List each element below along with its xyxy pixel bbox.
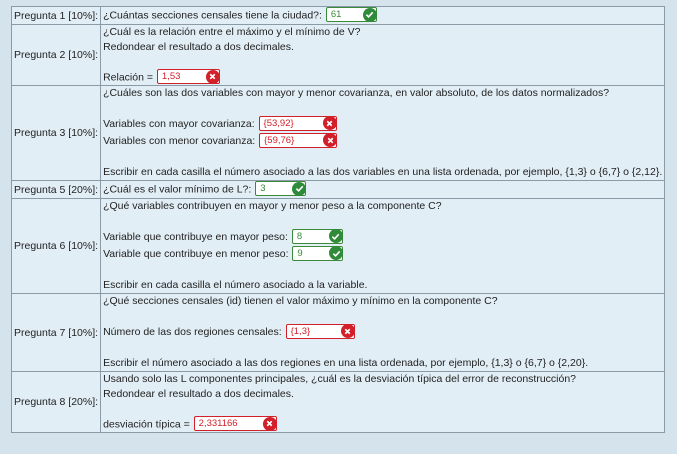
question-instruction: Redondear el resultado a dos decimales. — [103, 388, 294, 400]
answer-field-correct[interactable]: 3 — [255, 181, 307, 196]
field-label: Variables con mayor covarianza: — [103, 118, 255, 130]
answer-value: 1,53 — [161, 71, 181, 82]
answer-field-incorrect[interactable]: {1,3} — [285, 323, 355, 339]
quiz-results-panel: Pregunta 1 [10%]: ¿Cuántas secciones cen… — [0, 0, 677, 454]
answer-value: 8 — [296, 230, 303, 242]
x-circle-icon — [340, 324, 355, 339]
answer-field-correct[interactable]: 9 — [292, 245, 344, 261]
answer-value: 61 — [330, 9, 342, 20]
question-label: Pregunta 2 [10%]: — [10, 24, 102, 86]
question-row-7: Pregunta 7 [10%]: ¿Qué secciones censale… — [10, 293, 666, 372]
answer-value: {59,76} — [264, 134, 295, 146]
field-label: Número de las dos regiones censales: — [103, 326, 282, 338]
x-circle-icon — [322, 116, 337, 131]
answer-value: 3 — [260, 183, 266, 194]
question-text: ¿Cuáles son las dos variables con mayor … — [103, 87, 610, 99]
question-text: ¿Cuántas secciones censales tiene la ciu… — [103, 9, 322, 22]
question-text: ¿Cuál es el valor mínimo de L?: — [103, 183, 252, 196]
answer-value: {53,92} — [263, 117, 294, 129]
answer-field-correct[interactable]: 61 — [325, 7, 377, 22]
question-label: Pregunta 6 [10%]: — [10, 198, 102, 294]
answer-value: 9 — [297, 247, 303, 259]
question-text: ¿Qué secciones censales (id) tienen el v… — [103, 295, 498, 307]
question-note: Escribir en cada casilla el número asoci… — [103, 166, 663, 178]
field-label: Variables con menor covarianza: — [103, 135, 256, 147]
question-label: Pregunta 7 [10%]: — [10, 293, 102, 372]
question-label: Pregunta 5 [20%]: — [10, 180, 102, 199]
question-note: Escribir el número asociado a las dos re… — [103, 357, 589, 369]
question-label: Pregunta 3 [10%]: — [10, 85, 102, 181]
question-text: ¿Qué variables contribuyen en mayor y me… — [103, 200, 442, 212]
question-text: Usando solo las L componentes principale… — [103, 373, 577, 385]
x-circle-icon — [323, 133, 338, 148]
answer-label: desviación típica = — [103, 418, 190, 431]
check-circle-icon — [329, 246, 344, 261]
x-circle-icon — [262, 416, 277, 431]
question-row-2: Pregunta 2 [10%]: ¿Cuál es la relación e… — [10, 24, 666, 86]
answer-label: Relación = — [103, 71, 153, 84]
check-circle-icon — [292, 181, 307, 196]
answer-value: {1,3} — [290, 325, 311, 337]
answer-value: 2,331166 — [198, 418, 238, 429]
answer-field-correct[interactable]: 8 — [291, 228, 343, 244]
quiz-table: Pregunta 1 [10%]: ¿Cuántas secciones cen… — [10, 6, 666, 433]
question-row-5: Pregunta 5 [20%]: ¿Cuál es el valor míni… — [10, 180, 666, 199]
question-row-8: Pregunta 8 [20%]: Usando solo las L comp… — [10, 371, 666, 433]
field-label: Variable que contribuye en mayor peso: — [103, 231, 288, 243]
question-label: Pregunta 8 [20%]: — [10, 371, 102, 433]
x-circle-icon — [205, 69, 220, 84]
check-circle-icon — [362, 7, 377, 22]
answer-field-incorrect[interactable]: {59,76} — [259, 132, 338, 148]
question-row-1: Pregunta 1 [10%]: ¿Cuántas secciones cen… — [10, 6, 666, 25]
question-label: Pregunta 1 [10%]: — [10, 6, 102, 25]
answer-field-incorrect[interactable]: 1,53 — [156, 69, 220, 84]
question-note: Escribir en cada casilla el número asoci… — [103, 279, 368, 291]
check-circle-icon — [328, 229, 343, 244]
answer-field-incorrect[interactable]: 2,331166 — [193, 416, 277, 431]
question-text: ¿Cuál es la relación entre el máximo y e… — [103, 26, 361, 38]
field-label: Variable que contribuye en menor peso: — [103, 248, 289, 260]
question-row-3: Pregunta 3 [10%]: ¿Cuáles son las dos va… — [10, 85, 666, 181]
answer-field-incorrect[interactable]: {53,92} — [258, 115, 337, 131]
question-row-6: Pregunta 6 [10%]: ¿Qué variables contrib… — [10, 198, 666, 294]
question-instruction: Redondear el resultado a dos decimales. — [103, 41, 294, 53]
